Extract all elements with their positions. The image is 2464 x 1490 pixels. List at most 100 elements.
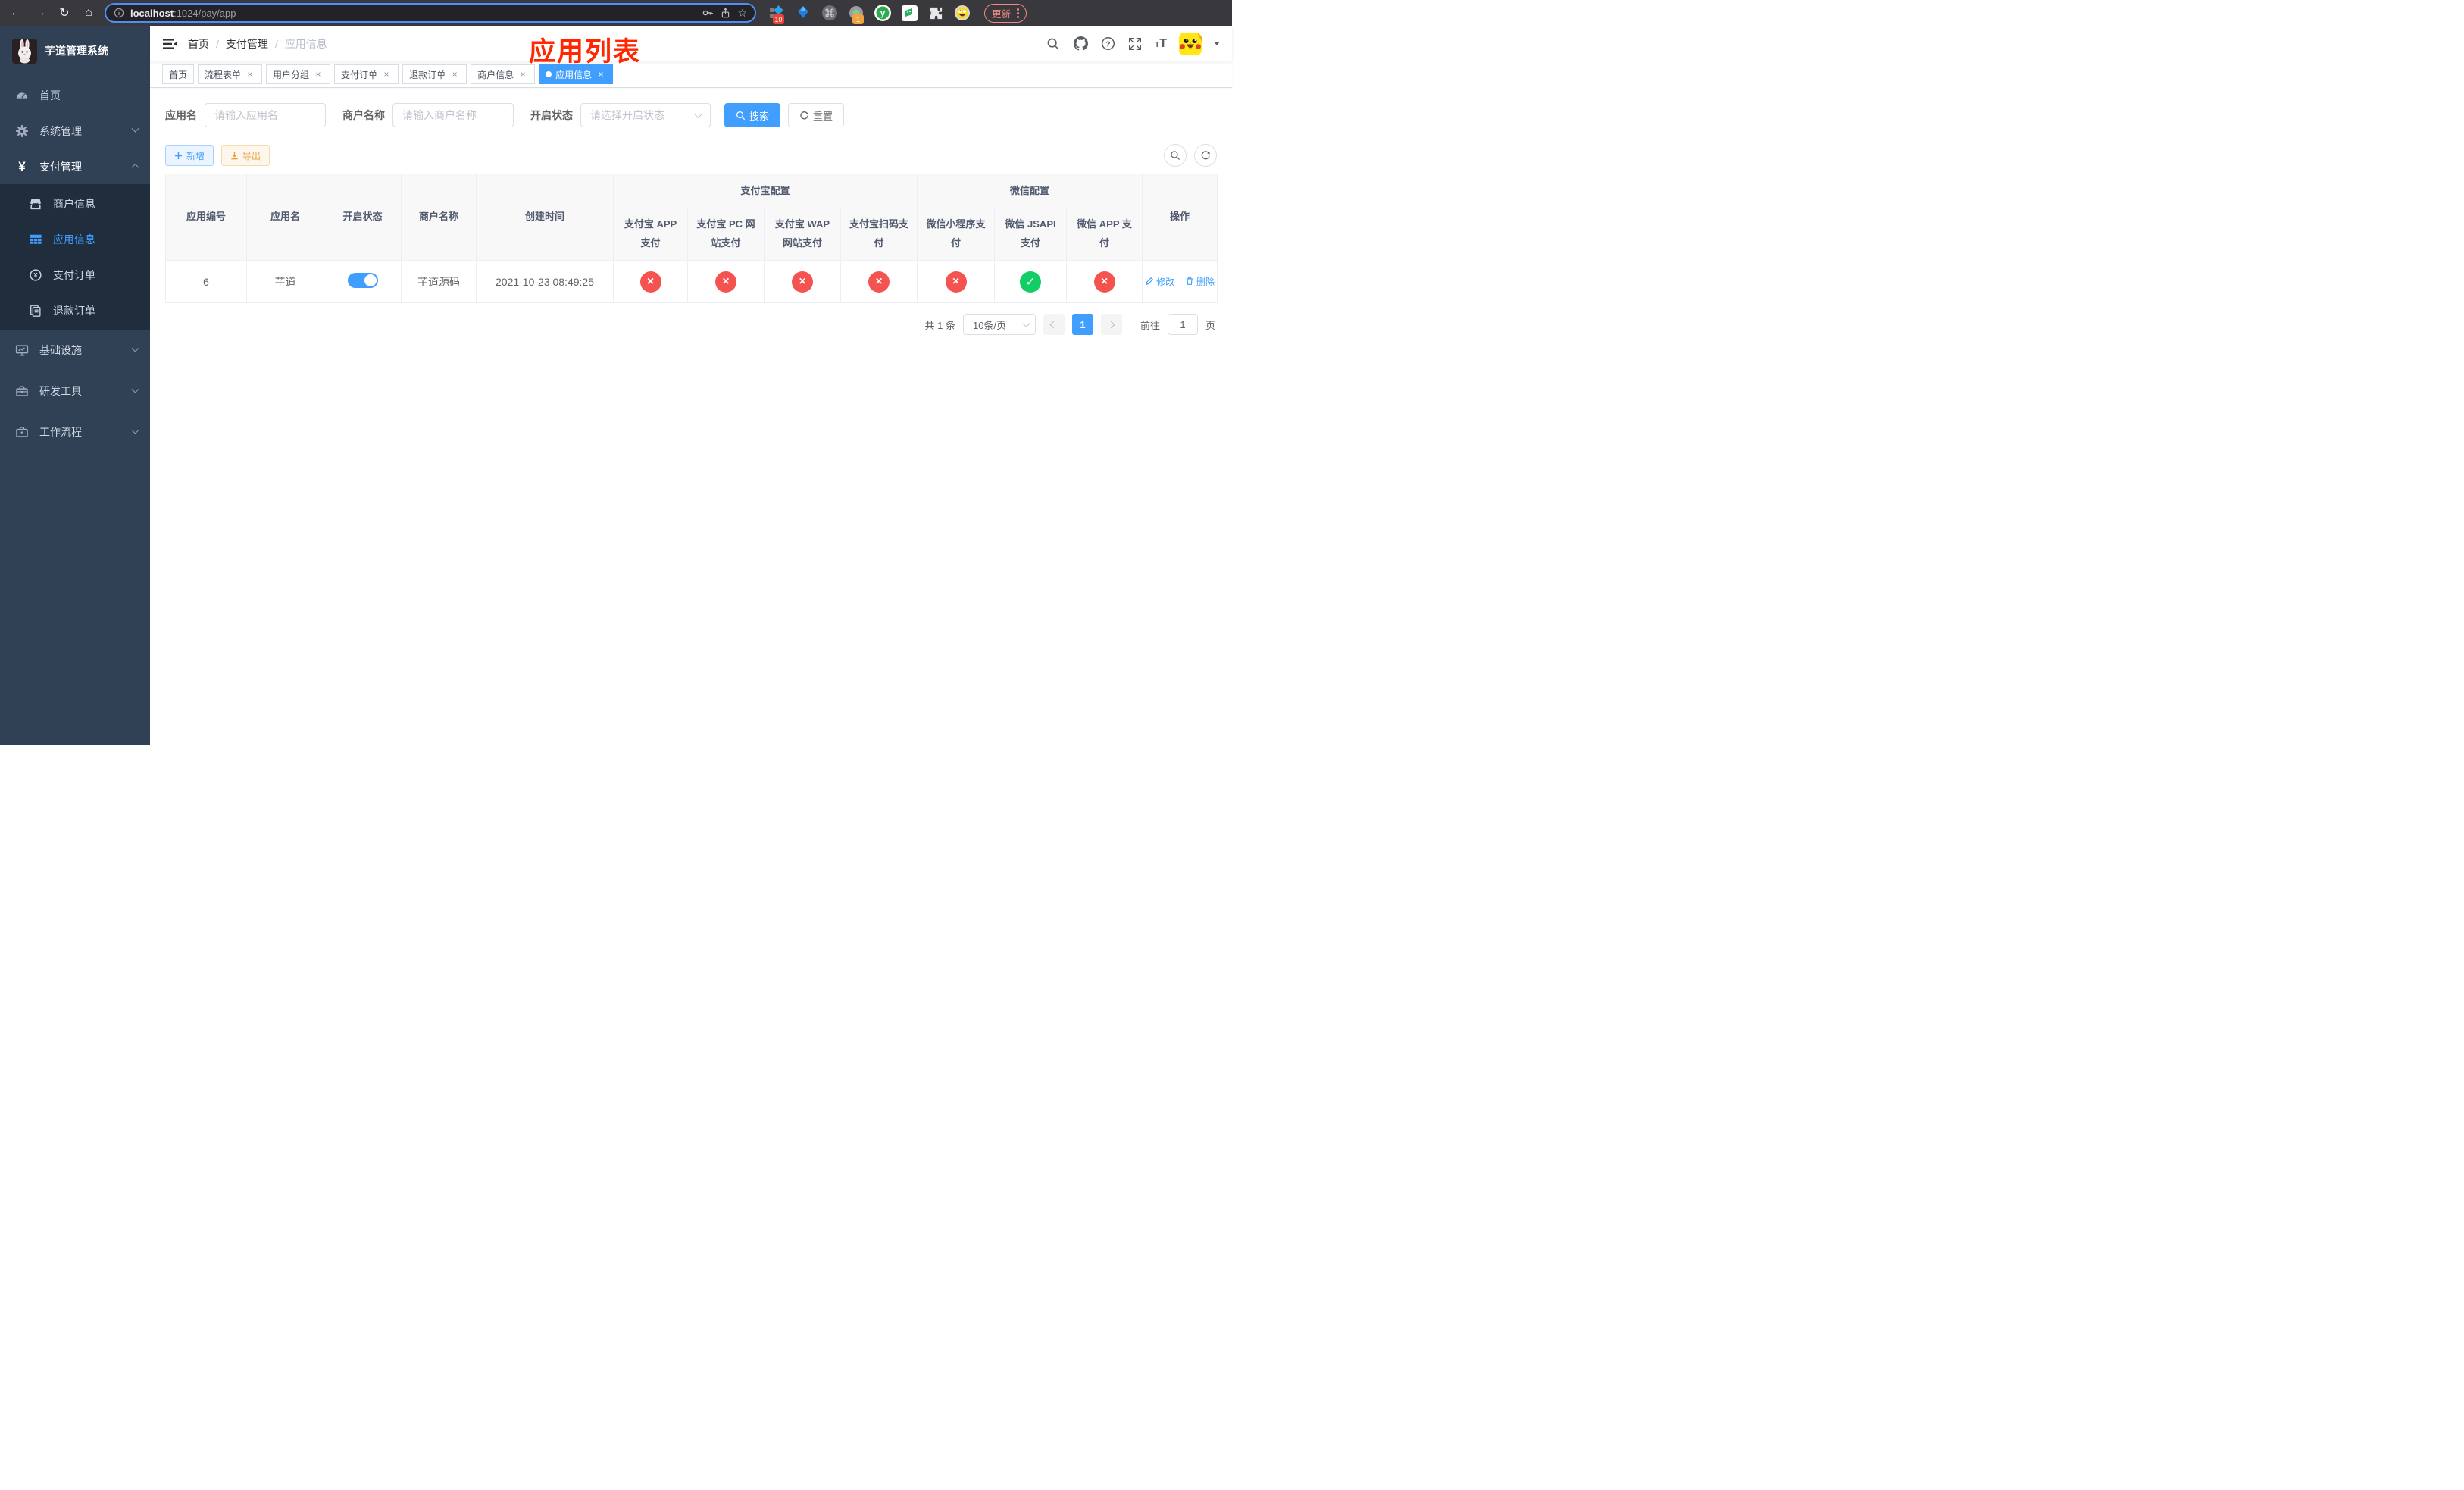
extensions-puzzle-icon[interactable] bbox=[927, 5, 944, 21]
delete-link-label: 删除 bbox=[1196, 276, 1215, 287]
browser-forward-icon[interactable]: → bbox=[32, 6, 48, 20]
cell-create-time: 2021-10-23 08:49:25 bbox=[476, 260, 614, 303]
ext-chat-icon[interactable] bbox=[901, 5, 918, 21]
enabled-toggle[interactable] bbox=[347, 273, 378, 288]
merchant-name-label: 商户名称 bbox=[342, 109, 385, 121]
sidebar-item-refund-orders[interactable]: 退款订单 bbox=[0, 293, 150, 328]
svg-text:y: y bbox=[880, 9, 886, 18]
prev-page-button[interactable] bbox=[1043, 314, 1065, 335]
status-label: 开启状态 bbox=[530, 109, 573, 121]
sidebar-item-pay-orders[interactable]: ¥ 支付订单 bbox=[0, 257, 150, 293]
breadcrumb-home[interactable]: 首页 bbox=[188, 36, 209, 52]
tag-refund-orders[interactable]: 退款订单 × bbox=[402, 64, 467, 84]
sidebar-item-label: 退款订单 bbox=[53, 304, 95, 317]
tag-home[interactable]: 首页 bbox=[162, 64, 195, 84]
sidebar-item-payment[interactable]: ¥ 支付管理 bbox=[0, 149, 150, 184]
ext-command-icon[interactable] bbox=[821, 5, 838, 21]
share-icon[interactable] bbox=[720, 7, 731, 19]
tag-label: 首页 bbox=[169, 69, 188, 80]
header-search-icon[interactable] bbox=[1046, 36, 1061, 52]
page-size-select[interactable]: 10条/页 bbox=[962, 314, 1036, 335]
app-logo-row[interactable]: 芋道管理系统 bbox=[0, 26, 150, 76]
close-icon[interactable]: × bbox=[449, 69, 460, 80]
store-icon bbox=[29, 197, 42, 211]
export-button[interactable]: 导出 bbox=[221, 145, 270, 166]
tag-app-info-active[interactable]: 应用信息 × bbox=[539, 64, 614, 84]
close-icon[interactable]: × bbox=[596, 69, 606, 80]
sidebar-collapse-icon[interactable] bbox=[162, 36, 177, 52]
sidebar-item-merchant-info[interactable]: 商户信息 bbox=[0, 186, 150, 221]
sidebar-item-home[interactable]: 首页 bbox=[0, 77, 150, 113]
search-button[interactable]: 搜索 bbox=[724, 103, 781, 127]
sidebar-item-label: 支付管理 bbox=[39, 160, 82, 173]
reset-button-label: 重置 bbox=[813, 110, 833, 122]
tag-label: 用户分组 bbox=[273, 69, 310, 80]
address-bar[interactable]: localhost:1024/pay/app ☆ bbox=[105, 3, 756, 23]
sidebar-item-system[interactable]: 系统管理 bbox=[0, 113, 150, 149]
ext-blue-diamond-icon[interactable]: 10 bbox=[768, 5, 785, 24]
goto-page-input[interactable] bbox=[1167, 314, 1198, 335]
chevron-down-icon bbox=[694, 110, 702, 118]
close-icon[interactable]: × bbox=[245, 69, 255, 80]
breadcrumb-payment[interactable]: 支付管理 bbox=[226, 36, 268, 52]
ext-balloon-icon[interactable] bbox=[795, 5, 811, 21]
app-title: 芋道管理系统 bbox=[45, 45, 108, 57]
bookmark-star-icon[interactable]: ☆ bbox=[737, 7, 747, 20]
tag-pay-orders[interactable]: 支付订单 × bbox=[334, 64, 399, 84]
user-avatar[interactable] bbox=[1179, 32, 1202, 55]
merchant-name-input[interactable] bbox=[392, 103, 514, 127]
close-icon[interactable]: × bbox=[313, 69, 324, 80]
reset-button[interactable]: 重置 bbox=[788, 103, 845, 127]
toggle-search-button[interactable] bbox=[1164, 144, 1187, 167]
browser-back-icon[interactable]: ← bbox=[8, 6, 24, 20]
breadcrumb-current: 应用信息 bbox=[284, 37, 327, 50]
chrome-update-button[interactable]: 更新 bbox=[984, 3, 1027, 23]
add-button[interactable]: 新增 bbox=[165, 145, 214, 166]
tag-merchant-info[interactable]: 商户信息 × bbox=[471, 64, 536, 84]
password-key-icon[interactable] bbox=[702, 7, 714, 19]
chevron-down-icon bbox=[131, 385, 139, 393]
fullscreen-icon[interactable] bbox=[1127, 36, 1143, 52]
url-host: localhost bbox=[130, 7, 174, 19]
ext-badge: 10 bbox=[773, 14, 784, 24]
github-icon[interactable] bbox=[1073, 36, 1088, 52]
refresh-button[interactable] bbox=[1194, 144, 1217, 167]
page-1-button[interactable]: 1 bbox=[1071, 314, 1093, 335]
sidebar-item-infrastructure[interactable]: 基础设施 bbox=[0, 330, 150, 371]
sidebar-submenu-payment: 商户信息 应用信息 ¥ 支付订单 退款订单 bbox=[0, 184, 150, 330]
col-enabled: 开启状态 bbox=[324, 174, 402, 261]
monitor-icon bbox=[15, 343, 29, 357]
sidebar-item-workflow[interactable]: 工作流程 bbox=[0, 412, 150, 452]
col-group-alipay: 支付宝配置 bbox=[612, 174, 918, 208]
breadcrumb-separator: / bbox=[274, 37, 278, 50]
col-alipay-qr: 支付宝扫码支付 bbox=[840, 208, 918, 261]
next-page-button[interactable] bbox=[1100, 314, 1122, 335]
edit-link[interactable]: 修改 bbox=[1145, 275, 1174, 288]
sidebar-item-label: 系统管理 bbox=[39, 124, 82, 137]
col-wechat-jsapi: 微信 JSAPI 支付 bbox=[994, 208, 1068, 261]
delete-link[interactable]: 删除 bbox=[1185, 275, 1215, 288]
tag-label: 支付订单 bbox=[341, 69, 378, 80]
help-icon[interactable]: ? bbox=[1100, 36, 1115, 52]
browser-reload-icon[interactable]: ↻ bbox=[56, 5, 73, 20]
url-text: localhost:1024/pay/app bbox=[130, 8, 236, 19]
ext-recorder-icon[interactable]: 1 bbox=[848, 5, 865, 24]
close-icon[interactable]: × bbox=[381, 69, 392, 80]
sidebar-item-app-info[interactable]: 应用信息 bbox=[0, 221, 150, 257]
site-info-icon[interactable] bbox=[114, 8, 124, 18]
goto-label: 前往 bbox=[1140, 319, 1160, 331]
ext-emoji-icon[interactable] bbox=[954, 5, 971, 21]
sidebar-item-dev-tools[interactable]: 研发工具 bbox=[0, 371, 150, 412]
tag-process-form[interactable]: 流程表单 × bbox=[198, 64, 263, 84]
app-name-input[interactable] bbox=[205, 103, 326, 127]
browser-menu-icon[interactable] bbox=[1017, 8, 1020, 18]
col-alipay-pc: 支付宝 PC 网站支付 bbox=[687, 208, 765, 261]
avatar-caret-icon[interactable] bbox=[1214, 42, 1220, 45]
browser-home-icon[interactable]: ⌂ bbox=[80, 6, 97, 20]
tag-user-group[interactable]: 用户分组 × bbox=[266, 64, 331, 84]
font-size-icon[interactable]: TT bbox=[1155, 37, 1167, 51]
close-icon[interactable]: × bbox=[518, 69, 528, 80]
sidebar-menu: 首页 系统管理 ¥ 支付管理 商户信息 应用信息 ¥ 支付订单 退款订单 基础设… bbox=[0, 76, 150, 452]
status-select[interactable]: 请选择开启状态 bbox=[580, 103, 711, 127]
ext-yudao-icon[interactable]: y bbox=[874, 5, 891, 21]
